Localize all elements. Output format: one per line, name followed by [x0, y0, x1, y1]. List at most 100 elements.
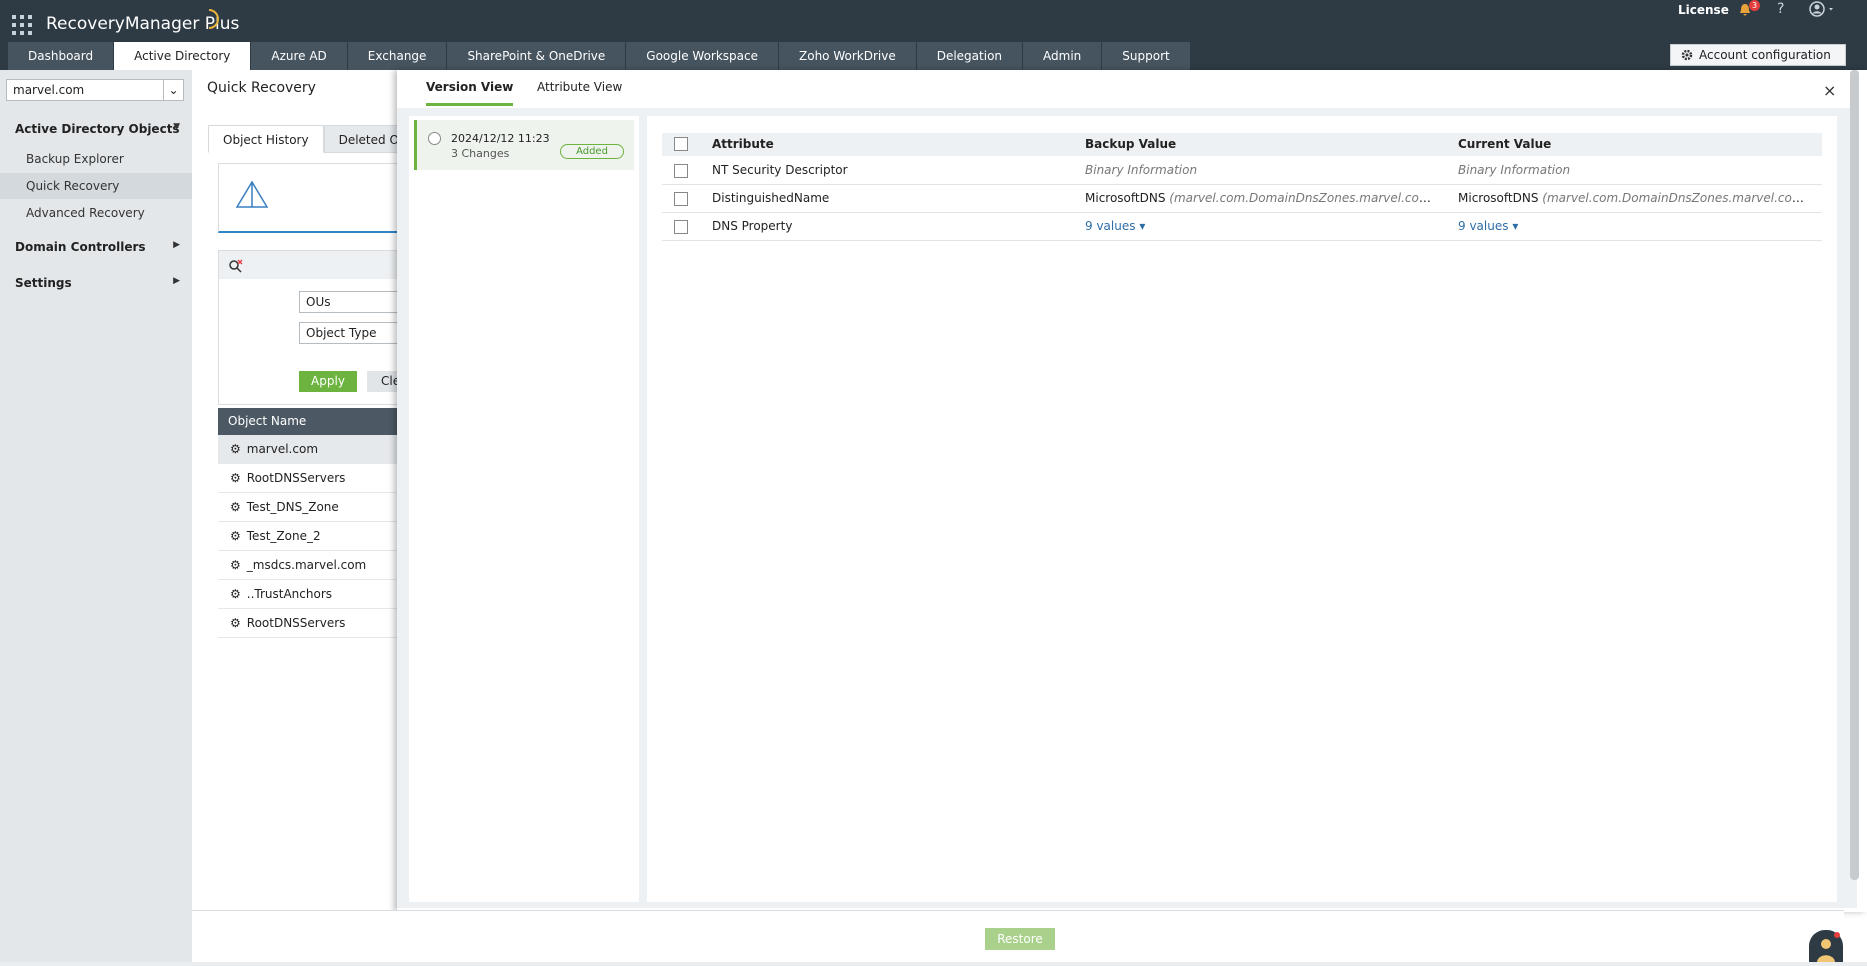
chat-assistant-icon[interactable]: [1809, 930, 1843, 962]
quick-recovery-tabs: Object History Deleted Obj: [208, 125, 425, 153]
ous-filter-input[interactable]: OUs: [299, 291, 399, 313]
attribute-name: NT Security Descriptor: [712, 163, 848, 177]
object-row-test-zone-2[interactable]: ⚙ Test_Zone_2: [218, 522, 400, 551]
attribute-name: DNS Property: [712, 219, 793, 233]
current-values-label: 9 values: [1458, 219, 1509, 233]
dns-zone-icon: ⚙: [230, 529, 241, 543]
row-checkbox[interactable]: [674, 220, 688, 234]
license-link[interactable]: License: [1678, 3, 1729, 17]
tab-google-workspace[interactable]: Google Workspace: [626, 42, 779, 70]
tab-dashboard[interactable]: Dashboard: [8, 42, 114, 70]
page-title: Quick Recovery: [207, 80, 316, 96]
dns-zone-icon: ⚙: [230, 442, 241, 456]
notification-badge: 3: [1749, 0, 1761, 11]
tab-version-view[interactable]: Version View: [426, 80, 514, 106]
search-clear-icon[interactable]: [228, 258, 244, 274]
object-name: Test_Zone_2: [246, 529, 321, 543]
tab-attribute-view[interactable]: Attribute View: [537, 80, 622, 106]
gear-icon: [1681, 49, 1693, 61]
object-row-marvel[interactable]: ⚙ marvel.com: [218, 435, 400, 464]
object-name: _msdcs.marvel.com: [246, 558, 367, 572]
user-menu-icon[interactable]: [1809, 1, 1839, 19]
sidebar-item-backup-explorer[interactable]: Backup Explorer: [0, 146, 192, 172]
current-value: Binary Information: [1458, 163, 1571, 177]
status-badge: Added: [560, 144, 624, 159]
dns-zone-icon: ⚙: [230, 500, 241, 514]
dns-zone-icon: ⚙: [230, 616, 241, 630]
current-value-path: (marvel.com.DomainDnsZones.marvel.com/Mi…: [1542, 191, 1813, 205]
attribute-row: NT Security Descriptor Binary Informatio…: [662, 157, 1822, 185]
column-backup-value: Backup Value: [1085, 137, 1177, 151]
object-name: RootDNSServers: [246, 471, 346, 485]
sidebar-item-quick-recovery[interactable]: Quick Recovery: [0, 173, 192, 199]
object-name-column-header[interactable]: Object Name: [218, 408, 400, 435]
dns-zone-icon: ⚙: [230, 558, 241, 572]
account-configuration-button[interactable]: Account configuration: [1670, 44, 1846, 66]
chevron-down-icon[interactable]: ⌄: [163, 80, 183, 100]
row-checkbox[interactable]: [674, 192, 688, 206]
current-values-dropdown[interactable]: 9 values ▾: [1458, 219, 1518, 233]
backup-values-dropdown[interactable]: 9 values ▾: [1085, 219, 1145, 233]
version-changes: 3 Changes: [451, 147, 510, 160]
page-scrollbar[interactable]: [1850, 70, 1859, 880]
object-row-rootdnsservers-2[interactable]: ⚙ RootDNSServers: [218, 609, 400, 638]
sidebar-item-advanced-recovery[interactable]: Advanced Recovery: [0, 200, 192, 226]
object-row-msdcs[interactable]: ⚙ _msdcs.marvel.com: [218, 551, 400, 580]
object-row-rootdnsservers[interactable]: ⚙ RootDNSServers: [218, 464, 400, 493]
close-icon[interactable]: ×: [1823, 81, 1836, 100]
help-icon[interactable]: ?: [1777, 1, 1784, 17]
column-attribute: Attribute: [712, 137, 774, 151]
dns-zone-icon: ⚙: [230, 471, 241, 485]
tab-delegation[interactable]: Delegation: [916, 42, 1023, 70]
current-value-name: MicrosoftDNS: [1458, 191, 1539, 205]
backup-value-name: MicrosoftDNS: [1085, 191, 1166, 205]
restore-button[interactable]: Restore: [985, 928, 1055, 950]
ou-pyramid-icon[interactable]: [235, 180, 269, 210]
attribute-row: DistinguishedName MicrosoftDNS (marvel.c…: [662, 185, 1822, 213]
backup-value: MicrosoftDNS (marvel.com.DomainDnsZones.…: [1085, 191, 1440, 205]
top-bar: RecoveryManager Plus License 3 ? Dashboa…: [0, 0, 1867, 70]
object-type-select[interactable]: Object Type: [299, 322, 399, 344]
tab-active-directory[interactable]: Active Directory: [114, 42, 251, 70]
attribute-row: DNS Property 9 values ▾ 9 values ▾: [662, 213, 1822, 241]
object-type-filter: [218, 163, 398, 233]
object-name: marvel.com: [246, 442, 319, 456]
caret-down-icon: ▾: [1512, 219, 1519, 233]
sidebar-group-domain-controllers[interactable]: Domain Controllers ▶: [15, 240, 180, 254]
apps-grid-icon[interactable]: [12, 15, 32, 35]
tab-zoho-workdrive[interactable]: Zoho WorkDrive: [779, 42, 916, 70]
row-checkbox[interactable]: [674, 164, 688, 178]
apply-button[interactable]: Apply: [299, 371, 357, 392]
brand-arc-icon: [208, 9, 219, 29]
attribute-name: DistinguishedName: [712, 191, 830, 205]
tab-azure-ad[interactable]: Azure AD: [251, 42, 347, 70]
sidebar-group-settings[interactable]: Settings ▶: [15, 276, 180, 290]
sidebar-group-ad-objects[interactable]: Active Directory Objects ▼: [15, 122, 180, 136]
tab-admin[interactable]: Admin: [1023, 42, 1102, 70]
version-list: [409, 116, 639, 902]
select-all-checkbox[interactable]: [674, 137, 688, 151]
tab-exchange[interactable]: Exchange: [347, 42, 447, 70]
domain-select[interactable]: marvel.com ⌄: [6, 79, 184, 101]
backup-value: Binary Information: [1085, 163, 1198, 177]
tab-sharepoint-onedrive[interactable]: SharePoint & OneDrive: [447, 42, 626, 70]
version-radio[interactable]: [428, 132, 441, 145]
object-name: Test_DNS_Zone: [246, 500, 339, 514]
backup-value-path: (marvel.com.DomainDnsZones.marvel.com/Mi…: [1169, 191, 1440, 205]
caret-right-icon: ▶: [173, 276, 180, 286]
object-row-trustanchors[interactable]: ⚙ ..TrustAnchors: [218, 580, 400, 609]
object-name: RootDNSServers: [246, 616, 346, 630]
current-value: MicrosoftDNS (marvel.com.DomainDnsZones.…: [1458, 191, 1813, 205]
tab-object-history[interactable]: Object History: [208, 125, 324, 153]
sidebar-group-label: Active Directory Objects: [15, 122, 180, 136]
domain-value: marvel.com: [13, 83, 85, 97]
caret-right-icon: ▶: [173, 240, 180, 250]
search-toolbar: [219, 251, 399, 279]
dns-zone-icon: ⚙: [230, 587, 241, 601]
backup-values-label: 9 values: [1085, 219, 1136, 233]
caret-down-icon: ▾: [1139, 219, 1146, 233]
version-date: 2024/12/12 11:23: [451, 132, 550, 145]
main-nav-tabs: Dashboard Active Directory Azure AD Exch…: [8, 42, 1191, 70]
object-row-test-dns-zone[interactable]: ⚙ Test_DNS_Zone: [218, 493, 400, 522]
tab-support[interactable]: Support: [1102, 42, 1190, 70]
